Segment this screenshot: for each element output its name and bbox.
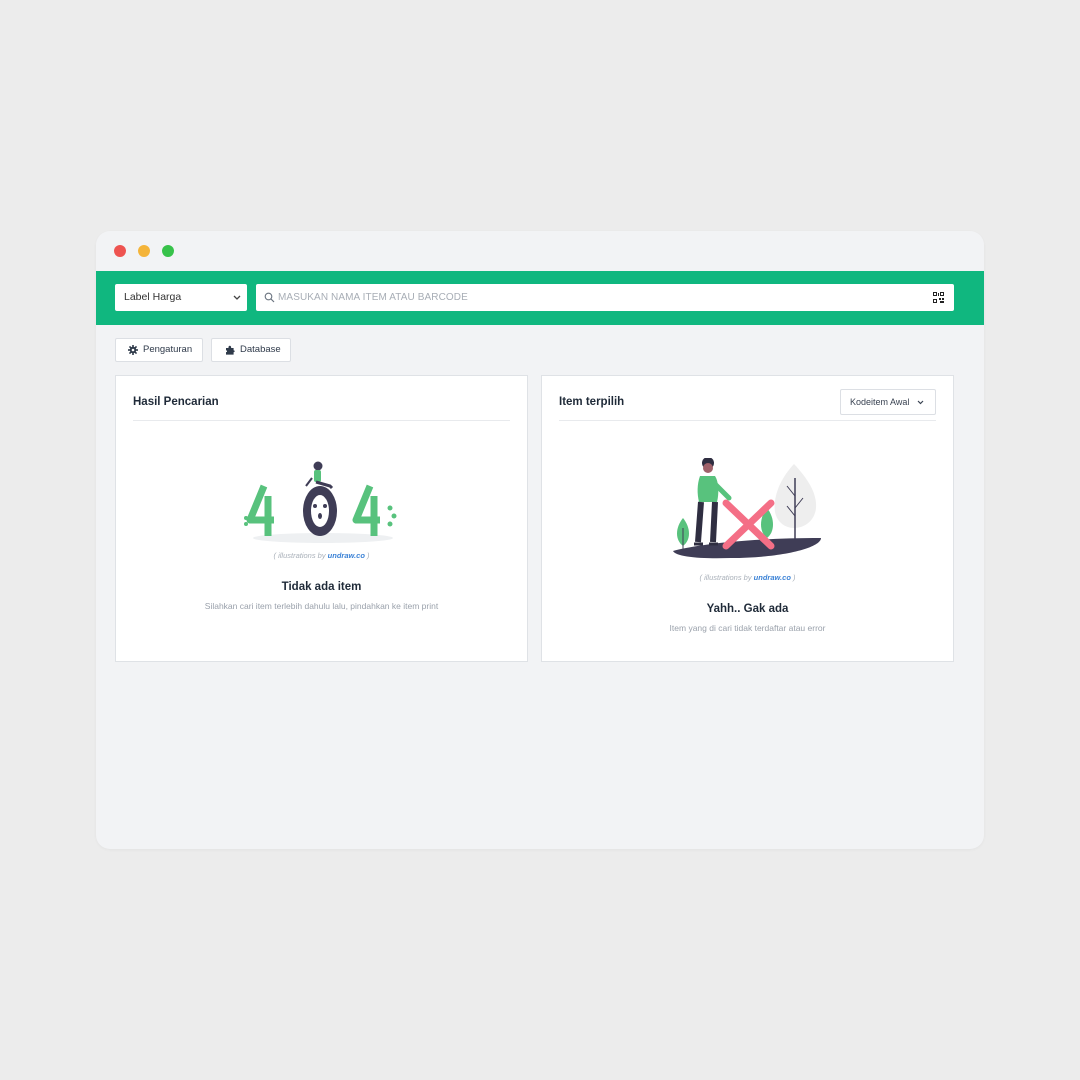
app-window: Label Harga MASUKAN NAMA ITEM ATAU BARCO… <box>96 231 984 849</box>
close-window-button[interactable] <box>114 245 126 257</box>
database-button-label: Database <box>240 344 281 355</box>
chevron-down-icon <box>233 284 241 322</box>
empty-state-description: Item yang di cari tidak terdaftar atau e… <box>669 623 826 633</box>
not-found-404-illustration <box>244 461 397 543</box>
panel-title: Item terpilih <box>559 396 625 408</box>
sort-order-select[interactable]: Kodeitem Awal <box>840 389 936 415</box>
sort-order-select-value: Kodeitem Awal <box>850 397 910 407</box>
credit-link[interactable]: undraw.co <box>754 573 791 582</box>
credit-prefix: ( illustrations by <box>273 551 328 560</box>
empty-state-title: Yahh.. Gak ada <box>706 603 789 615</box>
empty-state-title: Tidak ada item <box>281 581 362 593</box>
search-input[interactable] <box>278 284 918 311</box>
credit-link[interactable]: undraw.co <box>328 551 365 560</box>
title-bar <box>96 231 984 271</box>
illustration-credit: ( illustrations by undraw.co ) <box>116 551 527 560</box>
search-toolbar: Label Harga <box>96 271 984 325</box>
panel-title: Hasil Pencarian <box>133 396 219 408</box>
not-registered-illustration <box>673 458 821 559</box>
chevron-down-icon <box>917 390 924 424</box>
search-results-panel: Hasil Pencarian ( illustrations by undra… <box>115 375 528 662</box>
search-field[interactable] <box>256 284 954 311</box>
settings-button-label: Pengaturan <box>143 344 193 355</box>
label-type-select[interactable]: Label Harga <box>115 284 247 311</box>
search-icon <box>264 292 275 303</box>
credit-suffix: ) <box>364 551 370 560</box>
qr-code-icon[interactable] <box>933 292 944 303</box>
divider <box>133 420 510 421</box>
divider <box>559 420 936 421</box>
credit-prefix: ( illustrations by <box>699 573 754 582</box>
database-button[interactable]: Database <box>211 338 291 362</box>
selected-items-panel: Item terpilih Kodeitem Awal (illustrati… <box>541 375 954 662</box>
maximize-window-button[interactable] <box>162 245 174 257</box>
illustration-credit: ( illustrations by undraw.co ) <box>542 573 953 582</box>
minimize-window-button[interactable] <box>138 245 150 257</box>
label-type-select-value: Label Harga <box>124 291 182 303</box>
settings-button[interactable]: Pengaturan <box>115 338 203 362</box>
gear-icon <box>128 345 138 355</box>
credit-suffix: ) <box>790 573 796 582</box>
empty-state-description: Silahkan cari item terlebih dahulu lalu,… <box>204 601 439 611</box>
puzzle-icon <box>226 345 235 355</box>
